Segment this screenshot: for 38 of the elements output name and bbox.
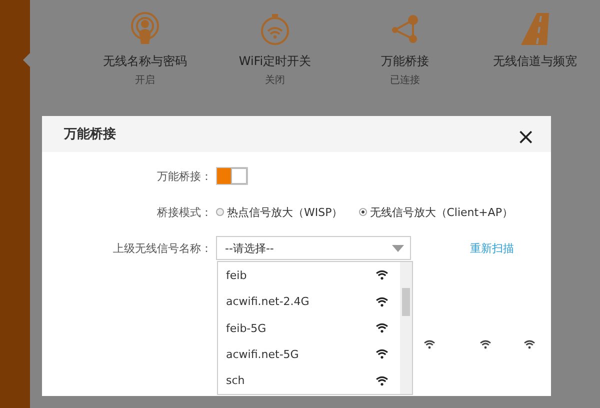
field-label: 万能桥接： [156, 168, 212, 184]
network-option[interactable]: acwifi.net-2.4G [218, 288, 400, 315]
wifi-icon [376, 270, 388, 280]
wifi-icon [480, 340, 491, 349]
field-label: 桥接模式： [156, 204, 212, 220]
broadcast-icon [129, 12, 161, 46]
radio-label[interactable]: 热点信号放大（WISP） [227, 204, 343, 220]
wifi-icon [376, 376, 388, 386]
dialog-title: 万能桥接 [64, 126, 116, 143]
toggle-switch[interactable] [216, 167, 248, 185]
selection-pointer [23, 53, 30, 67]
share-nodes-icon [389, 12, 421, 46]
caret-icon [392, 244, 404, 252]
stopwatch-icon [259, 12, 291, 46]
radio-button[interactable] [216, 208, 224, 216]
scrollbar[interactable] [400, 262, 412, 394]
road-icon [519, 12, 551, 46]
network-option[interactable]: feib-5G [218, 314, 400, 342]
feature-title[interactable]: WiFi定时开关 [238, 53, 312, 70]
feature-title[interactable]: 无线名称与密码 [103, 53, 187, 70]
network-option[interactable]: sch [218, 368, 400, 394]
feature-title[interactable]: 万能桥接 [381, 53, 429, 70]
wifi-icon [524, 340, 535, 349]
field-label: 上级无线信号名称： [112, 240, 212, 256]
feature-status: 关闭 [265, 74, 285, 87]
radio-button[interactable] [358, 208, 367, 216]
feature-title[interactable]: 无线信道与频宽 [493, 53, 577, 70]
feature-status: 已连接 [390, 74, 420, 87]
wifi-icon [424, 340, 435, 349]
feature-status: 开启 [135, 74, 155, 87]
network-select[interactable]: --请选择-- [216, 236, 411, 260]
network-option[interactable]: feib [218, 262, 400, 288]
wifi-icon [376, 349, 388, 360]
wifi-icon [376, 296, 388, 307]
wifi-icon [376, 323, 388, 334]
network-option[interactable]: acwifi.net-5G [218, 341, 400, 368]
radio-label[interactable]: 无线信号放大（Client+AP） [370, 204, 513, 220]
close-button[interactable]: × [512, 124, 539, 150]
